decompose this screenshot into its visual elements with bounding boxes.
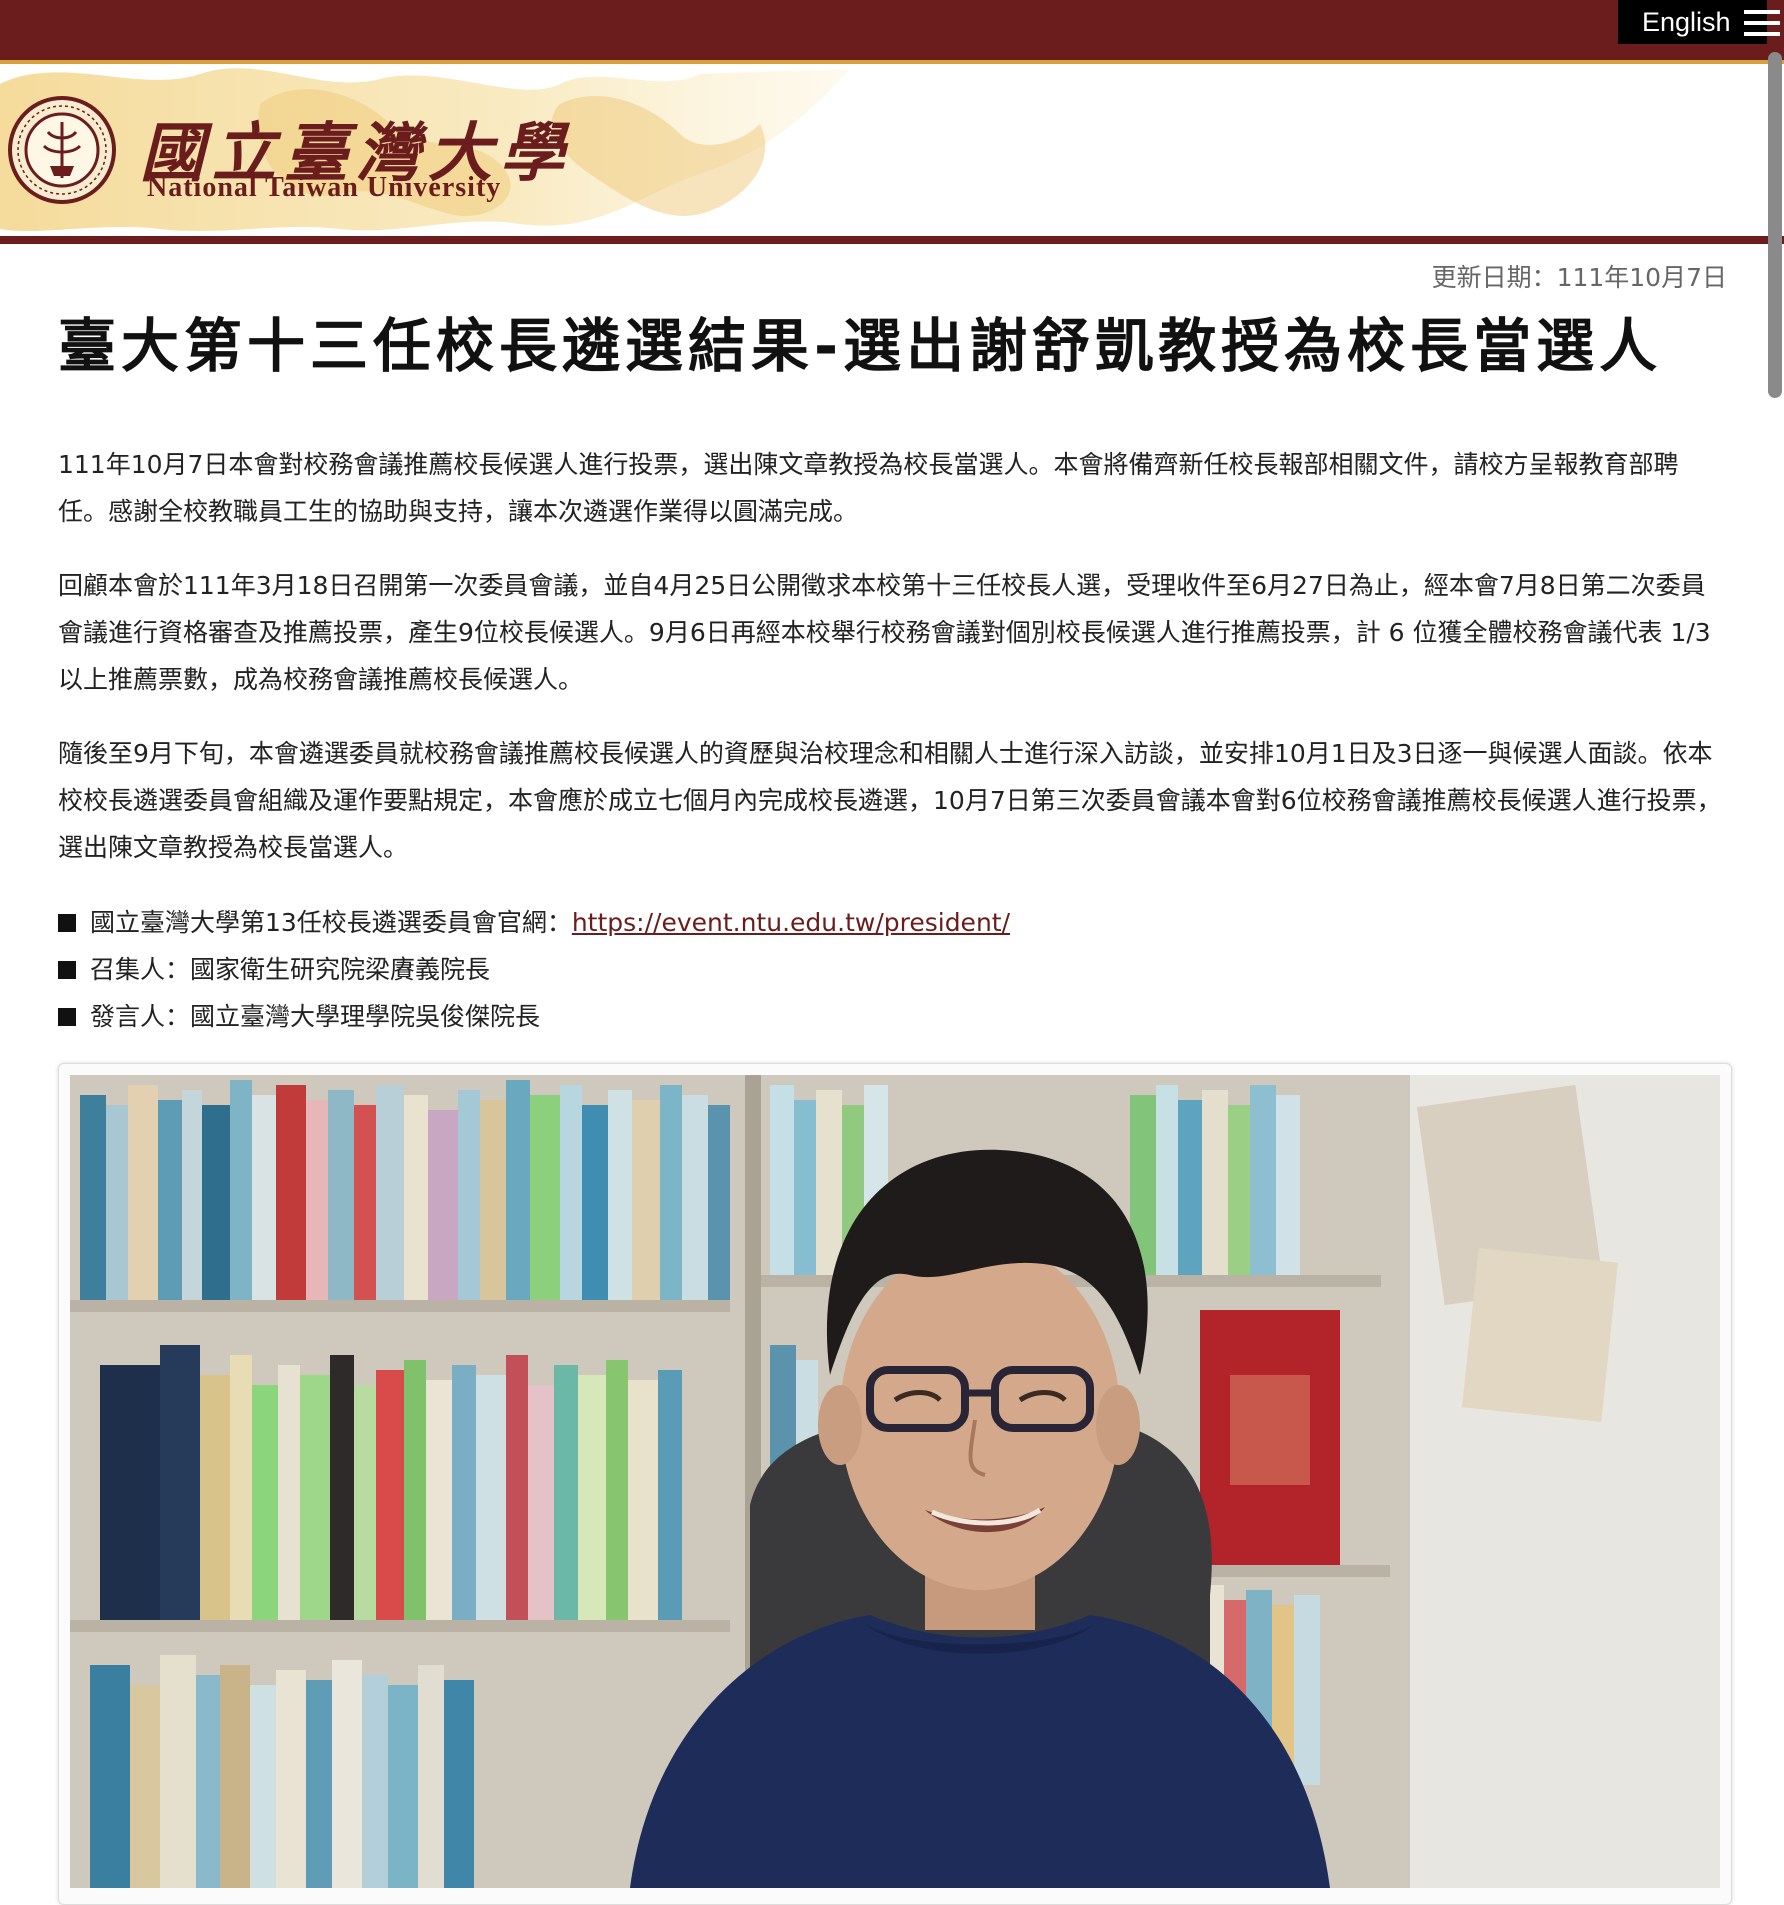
portrait-illustration [70,1075,1720,1888]
bookshelf-row-2 [100,1345,682,1620]
president-portrait-photo [70,1075,1720,1888]
page-title: 臺大第十三任校長遴選結果-選出謝舒凱教授為校長當選人 [58,312,1663,380]
banner-divider [0,236,1784,244]
hamburger-menu-icon[interactable] [1744,10,1780,36]
update-date: 更新日期：111年10月7日 [1431,263,1727,292]
paragraph-1: 111年10月7日本會對校務會議推薦校長候選人進行投票，選出陳文章教授為校長當選… [58,450,1679,526]
top-bar [0,0,1784,64]
language-label[interactable]: English [1642,7,1731,37]
logo-english-name[interactable]: National Taiwan University [147,172,501,204]
committee-website-link[interactable]: https://event.ntu.edu.tw/president/ [572,899,1010,946]
square-bullet-icon [58,913,76,932]
paragraph-2: 回顧本會於111年3月18日召開第一次委員會議，並自4月25日公開徵求本校第十三… [58,571,1711,694]
list-item-label: 召集人：國家衛生研究院梁賡義院長 [90,955,491,984]
bookshelf-row-3 [90,1655,474,1888]
scrollbar-thumb[interactable] [1768,52,1782,398]
list-item: 發言人：國立臺灣大學理學院吳俊傑院長 [58,993,1728,1040]
list-item: 國立臺灣大學第13任校長遴選委員會官網： https://event.ntu.ed… [58,899,1728,946]
ntu-seal-icon[interactable] [8,96,116,204]
list-item-label: 發言人：國立臺灣大學理學院吳俊傑院長 [90,1002,541,1031]
header-banner: 國立臺灣大學 National Taiwan University [0,64,1784,236]
list-item-label: 國立臺灣大學第13任校長遴選委員會官網： [90,908,572,937]
info-list: 國立臺灣大學第13任校長遴選委員會官網： https://event.ntu.ed… [58,899,1728,1040]
list-item: 召集人：國家衛生研究院梁賡義院長 [58,946,1728,993]
square-bullet-icon [58,1007,76,1026]
paragraph-3: 隨後至9月下旬，本會遴選委員就校務會議推薦校長候選人的資歷與治校理念和相關人士進… [58,739,1722,862]
square-bullet-icon [58,960,76,979]
bookshelf-row-1 [80,1080,730,1300]
